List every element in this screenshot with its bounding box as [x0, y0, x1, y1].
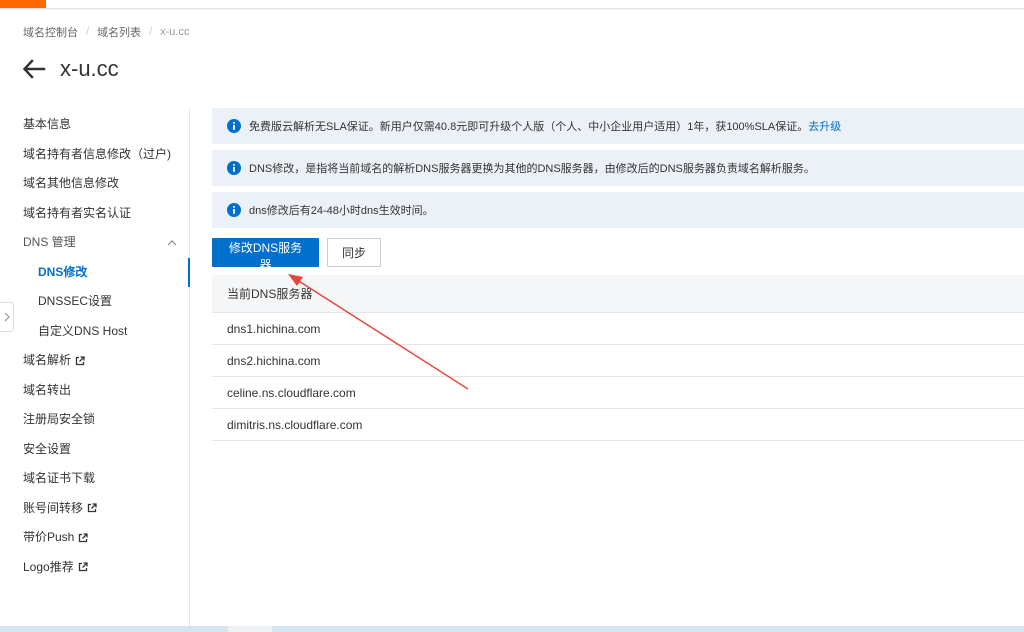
sidebar-item-logo-recommend[interactable]: Logo推荐: [0, 553, 189, 583]
external-link-icon: [75, 356, 85, 365]
sidebar: 基本信息 域名持有者信息修改（过户) 域名其他信息修改 域名持有者实名认证 DN…: [0, 110, 190, 632]
page-header: x-u.cc: [22, 56, 119, 82]
sidebar-item-holder-info-change[interactable]: 域名持有者信息修改（过户): [0, 140, 189, 170]
sidebar-item-dns-modify[interactable]: DNS修改: [0, 257, 190, 288]
notice-sla: 免费版云解析无SLA保证。新用户仅需40.8元即可升级个人版（个人、中小企业用户…: [212, 108, 1024, 144]
breadcrumb: 域名控制台 / 域名列表 / x-u.cc: [23, 24, 189, 40]
info-icon: [227, 119, 241, 133]
page-title: x-u.cc: [60, 56, 119, 81]
sidebar-item-domain-transfer-out[interactable]: 域名转出: [0, 376, 189, 406]
info-icon: [227, 161, 241, 175]
notice-dns-modify-text: DNS修改，是指将当前域名的解析DNS服务器更换为其他的DNS服务器，由修改后的…: [249, 163, 815, 175]
chevron-up-icon: [167, 239, 177, 246]
breadcrumb-separator: /: [86, 26, 90, 38]
modify-dns-server-button[interactable]: 修改DNS服务器: [212, 238, 319, 272]
dns-server-table: 当前DNS服务器 dns1.hichina.com dns2.hichina.c…: [212, 275, 1024, 441]
sidebar-item-basic-info[interactable]: 基本信息: [0, 110, 189, 140]
sidebar-item-priced-push[interactable]: 带价Push: [0, 523, 189, 553]
upgrade-link[interactable]: 去升级: [808, 118, 841, 134]
sidebar-item-other-info-change[interactable]: 域名其他信息修改: [0, 169, 189, 199]
action-buttons: 修改DNS服务器 同步: [212, 237, 1024, 272]
sidebar-item-security-settings[interactable]: 安全设置: [0, 435, 189, 465]
bottom-scroll-bar[interactable]: [0, 626, 1024, 632]
sidebar-collapse-handle[interactable]: [0, 302, 14, 332]
external-link-icon: [79, 533, 89, 542]
sidebar-item-certificate-download[interactable]: 域名证书下载: [0, 464, 189, 494]
info-icon: [227, 203, 241, 217]
back-arrow-icon[interactable]: [22, 57, 46, 81]
table-row: dimitris.ns.cloudflare.com: [212, 409, 1024, 441]
notice-dns-effect-time-text: dns修改后有24-48小时dns生效时间。: [249, 205, 434, 217]
main-content: 免费版云解析无SLA保证。新用户仅需40.8元即可升级个人版（个人、中小企业用户…: [212, 108, 1024, 441]
table-row: dns2.hichina.com: [212, 345, 1024, 377]
top-nav-bar: [0, 0, 1024, 9]
breadcrumb-domain-console[interactable]: 域名控制台: [23, 24, 78, 40]
breadcrumb-current: x-u.cc: [160, 26, 190, 38]
notice-dns-effect-time: dns修改后有24-48小时dns生效时间。: [212, 192, 1024, 228]
table-row: celine.ns.cloudflare.com: [212, 377, 1024, 409]
external-link-icon: [78, 562, 88, 572]
external-link-icon: [87, 503, 97, 513]
scroll-thumb[interactable]: [228, 626, 272, 632]
sidebar-item-dnssec[interactable]: DNSSEC设置: [0, 287, 189, 317]
table-header: 当前DNS服务器: [212, 275, 1024, 313]
sidebar-item-real-name-auth[interactable]: 域名持有者实名认证: [0, 199, 189, 229]
breadcrumb-domain-list[interactable]: 域名列表: [97, 24, 141, 40]
table-row: dns1.hichina.com: [212, 313, 1024, 345]
sidebar-item-registry-lock[interactable]: 注册局安全锁: [0, 405, 189, 435]
chevron-right-icon: [4, 312, 10, 322]
sidebar-item-custom-dns-host[interactable]: 自定义DNS Host: [0, 317, 189, 347]
brand-logo[interactable]: [0, 0, 46, 8]
sync-button[interactable]: 同步: [327, 238, 381, 267]
notice-sla-text: 免费版云解析无SLA保证。新用户仅需40.8元即可升级个人版（个人、中小企业用户…: [249, 121, 809, 133]
sidebar-item-dns-resolution[interactable]: 域名解析: [0, 346, 189, 376]
breadcrumb-separator: /: [149, 26, 153, 38]
sidebar-item-account-transfer[interactable]: 账号间转移: [0, 494, 189, 524]
notice-dns-modify: DNS修改，是指将当前域名的解析DNS服务器更换为其他的DNS服务器，由修改后的…: [212, 150, 1024, 186]
sidebar-group-dns-management[interactable]: DNS 管理: [0, 228, 189, 258]
